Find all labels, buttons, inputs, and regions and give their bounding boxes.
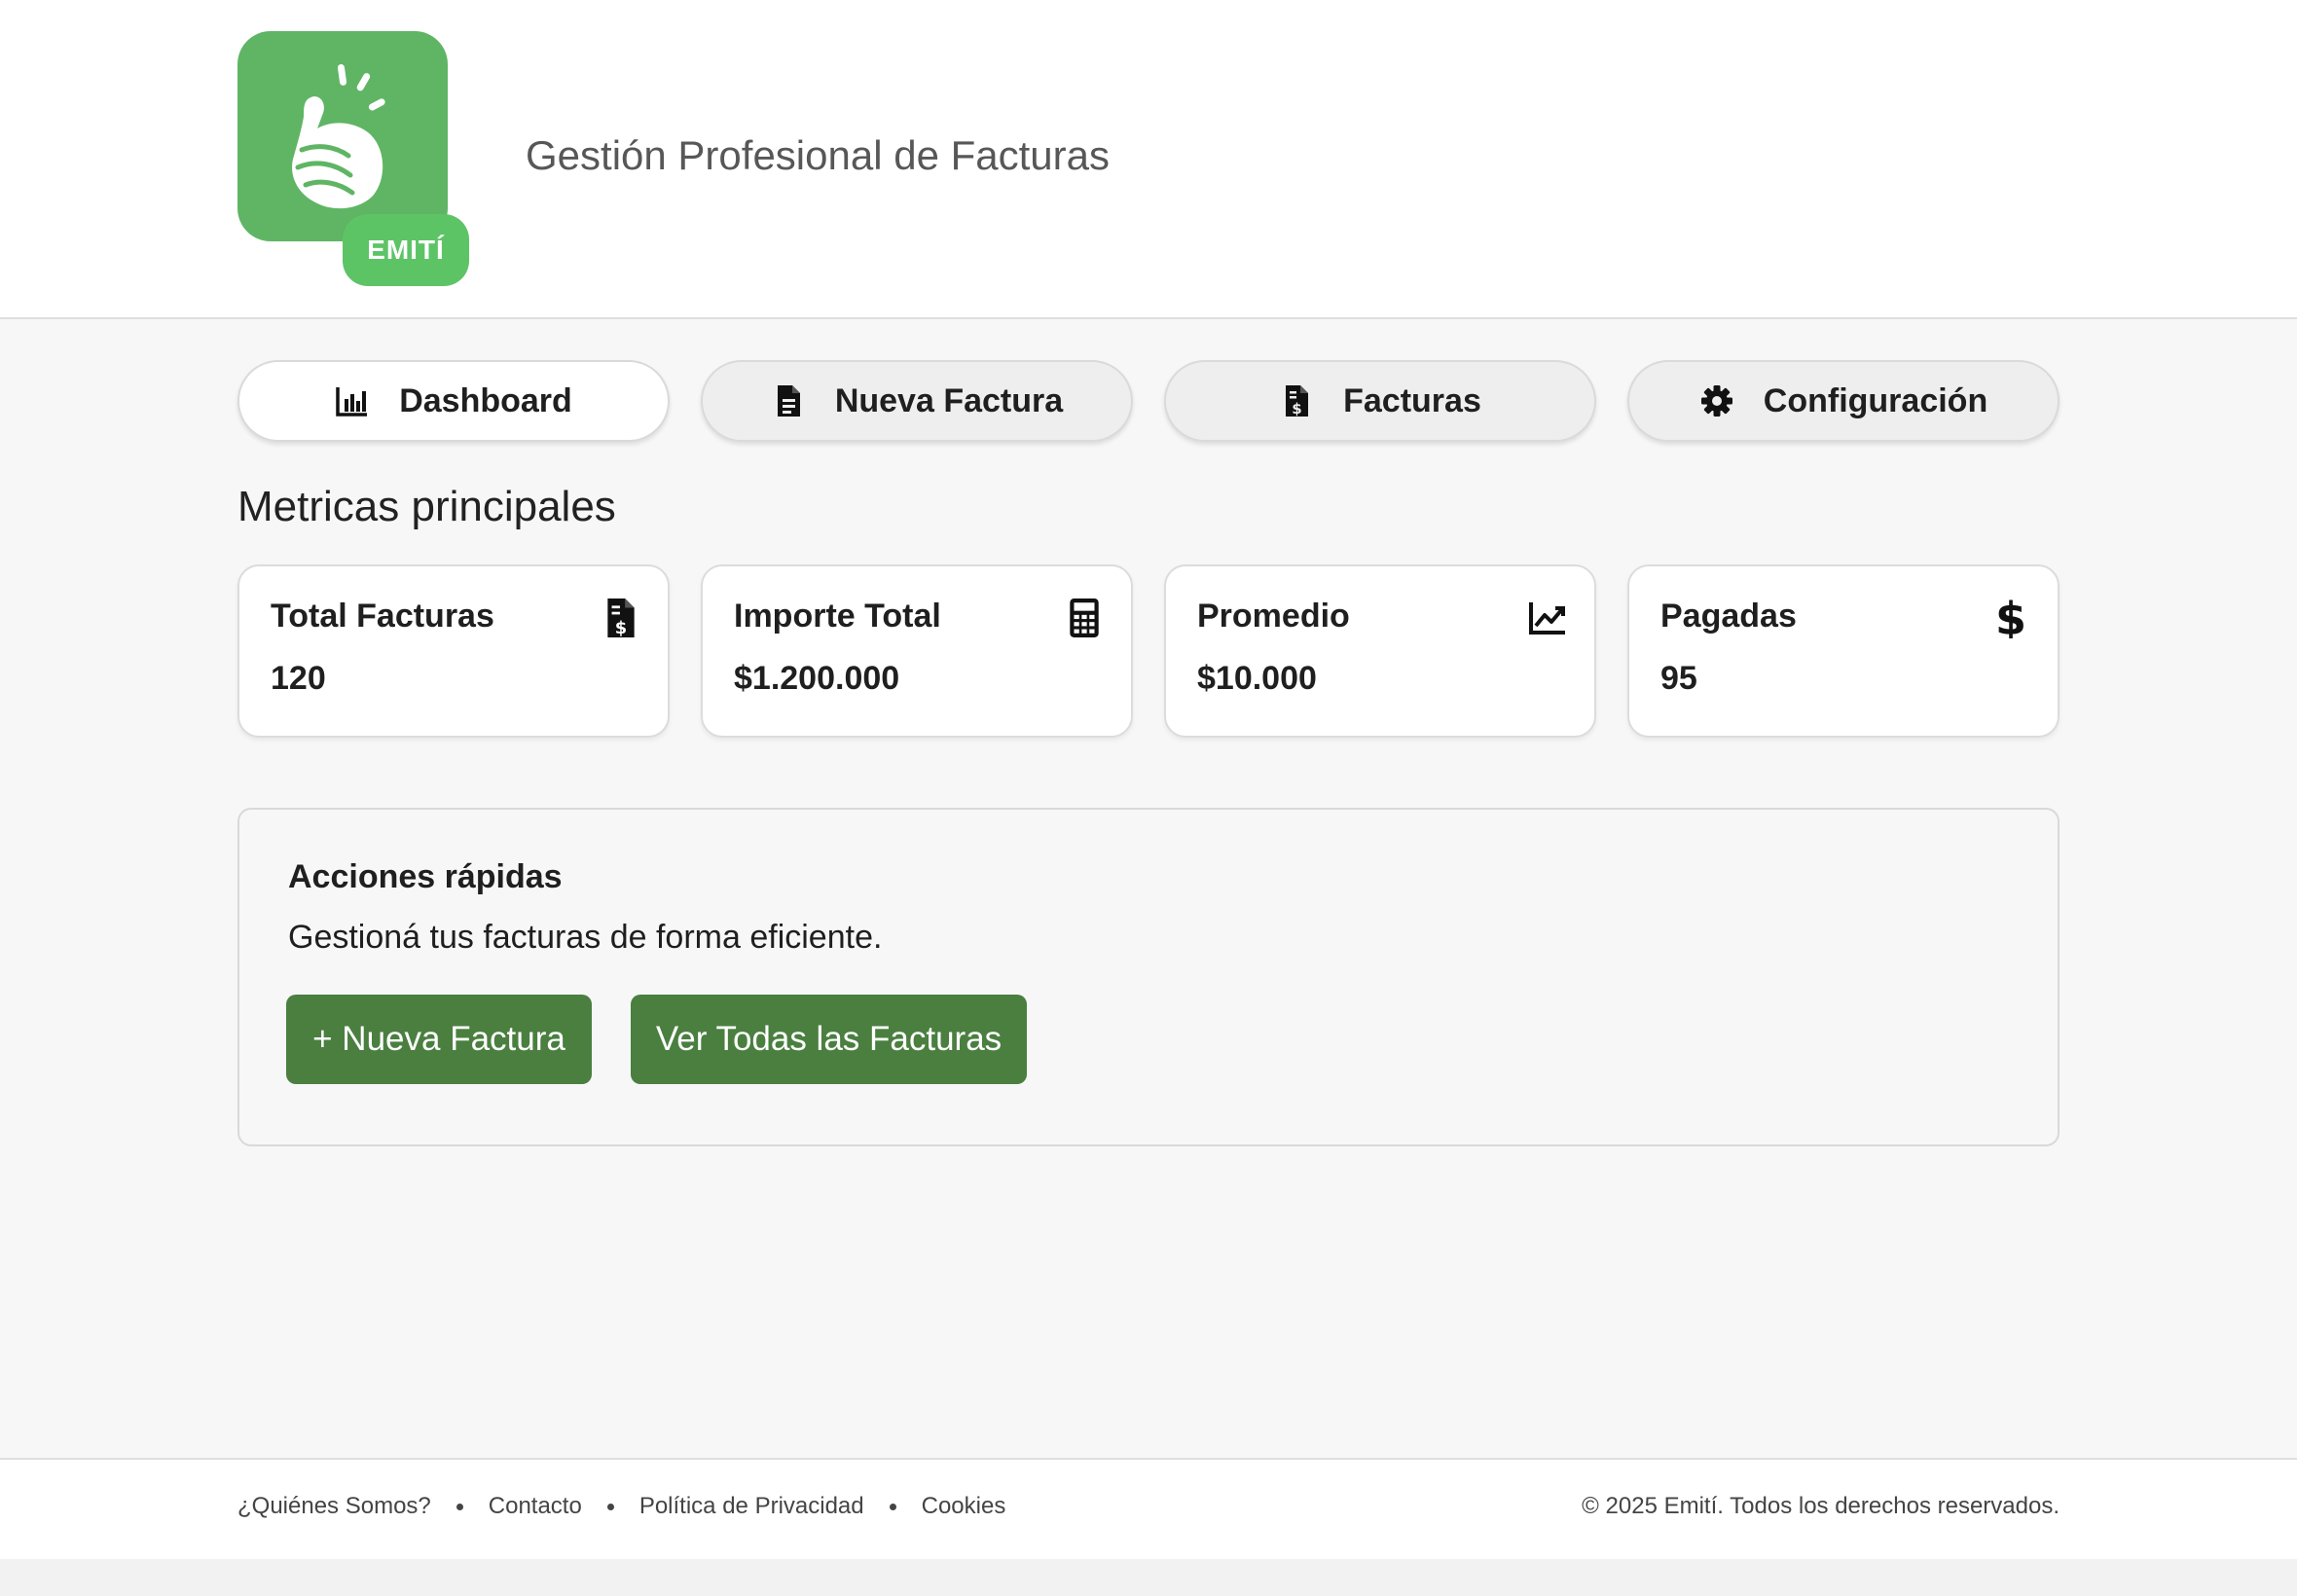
metric-value: 120 xyxy=(271,660,326,697)
calculator-icon xyxy=(1065,598,1104,638)
quick-actions-subtitle: Gestioná tus facturas de forma eficiente… xyxy=(288,919,883,956)
footer-link-contacto[interactable]: Contacto xyxy=(489,1493,582,1520)
section-title: Metricas principales xyxy=(237,483,616,530)
footer-link-quienes-somos[interactable]: ¿Quiénes Somos? xyxy=(237,1493,431,1520)
app-tagline: Gestión Profesional de Facturas xyxy=(526,132,1110,178)
snap-hand-icon xyxy=(237,31,448,241)
tab-configuracion[interactable]: Configuración xyxy=(1627,360,2060,442)
metric-label: Total Facturas xyxy=(271,598,494,635)
separator-dot xyxy=(606,1503,614,1510)
footer-links: ¿Quiénes Somos? Contacto Política de Pri… xyxy=(237,1493,1005,1520)
metric-value: $10.000 xyxy=(1197,660,1317,697)
tab-nueva-factura[interactable]: Nueva Factura xyxy=(701,360,1133,442)
metric-label: Promedio xyxy=(1197,598,1350,635)
metric-card-promedio: Promedio $10.000 xyxy=(1164,564,1596,738)
footer: ¿Quiénes Somos? Contacto Política de Pri… xyxy=(0,1458,2297,1559)
bottom-strip xyxy=(0,1559,2297,1596)
metrics-grid: Total Facturas 120 $ Importe Total $1.20… xyxy=(237,564,2060,738)
metric-value: $1.200.000 xyxy=(734,660,900,697)
invoice-dollar-icon: $ xyxy=(1279,383,1314,418)
metric-value: 95 xyxy=(1660,660,1697,697)
tab-facturas[interactable]: $ Facturas xyxy=(1164,360,1596,442)
separator-dot xyxy=(456,1503,463,1510)
tab-dashboard[interactable]: Dashboard xyxy=(237,360,670,442)
svg-text:$: $ xyxy=(615,618,627,638)
gear-icon xyxy=(1699,383,1734,418)
quick-actions-title: Acciones rápidas xyxy=(288,858,563,895)
view-all-invoices-button[interactable]: Ver Todas las Facturas xyxy=(631,995,1027,1084)
metric-card-importe-total: Importe Total $1.200.000 xyxy=(701,564,1133,738)
document-icon xyxy=(771,383,806,418)
footer-link-cookies[interactable]: Cookies xyxy=(922,1493,1006,1520)
quick-actions-panel: Acciones rápidas Gestioná tus facturas d… xyxy=(237,808,2060,1146)
bar-chart-icon xyxy=(335,383,370,418)
tab-label: Configuración xyxy=(1763,381,1988,419)
logo-badge: EMITÍ xyxy=(343,214,469,286)
dollar-icon: $ xyxy=(1991,598,2030,638)
tab-label: Nueva Factura xyxy=(834,381,1064,419)
tab-label: Facturas xyxy=(1343,381,1481,419)
separator-dot xyxy=(889,1503,896,1510)
logo[interactable]: EMITÍ xyxy=(237,31,469,286)
metric-card-pagadas: Pagadas 95 $ xyxy=(1627,564,2060,738)
metric-label: Pagadas xyxy=(1660,598,1797,635)
footer-link-privacidad[interactable]: Política de Privacidad xyxy=(639,1493,864,1520)
copyright: © 2025 Emití. Todos los derechos reserva… xyxy=(1582,1493,2060,1519)
new-invoice-button[interactable]: + Nueva Factura xyxy=(286,995,592,1084)
tab-label: Dashboard xyxy=(399,381,572,419)
svg-text:$: $ xyxy=(1292,400,1301,417)
line-chart-icon xyxy=(1528,598,1567,638)
svg-text:$: $ xyxy=(1995,598,2026,638)
main-nav: Dashboard Nueva Factura $ Facturas Confi… xyxy=(237,360,2060,442)
invoice-dollar-icon: $ xyxy=(602,598,640,638)
metric-card-total-facturas: Total Facturas 120 $ xyxy=(237,564,670,738)
metric-label: Importe Total xyxy=(734,598,941,635)
app-header: EMITÍ Gestión Profesional de Facturas xyxy=(0,0,2297,319)
